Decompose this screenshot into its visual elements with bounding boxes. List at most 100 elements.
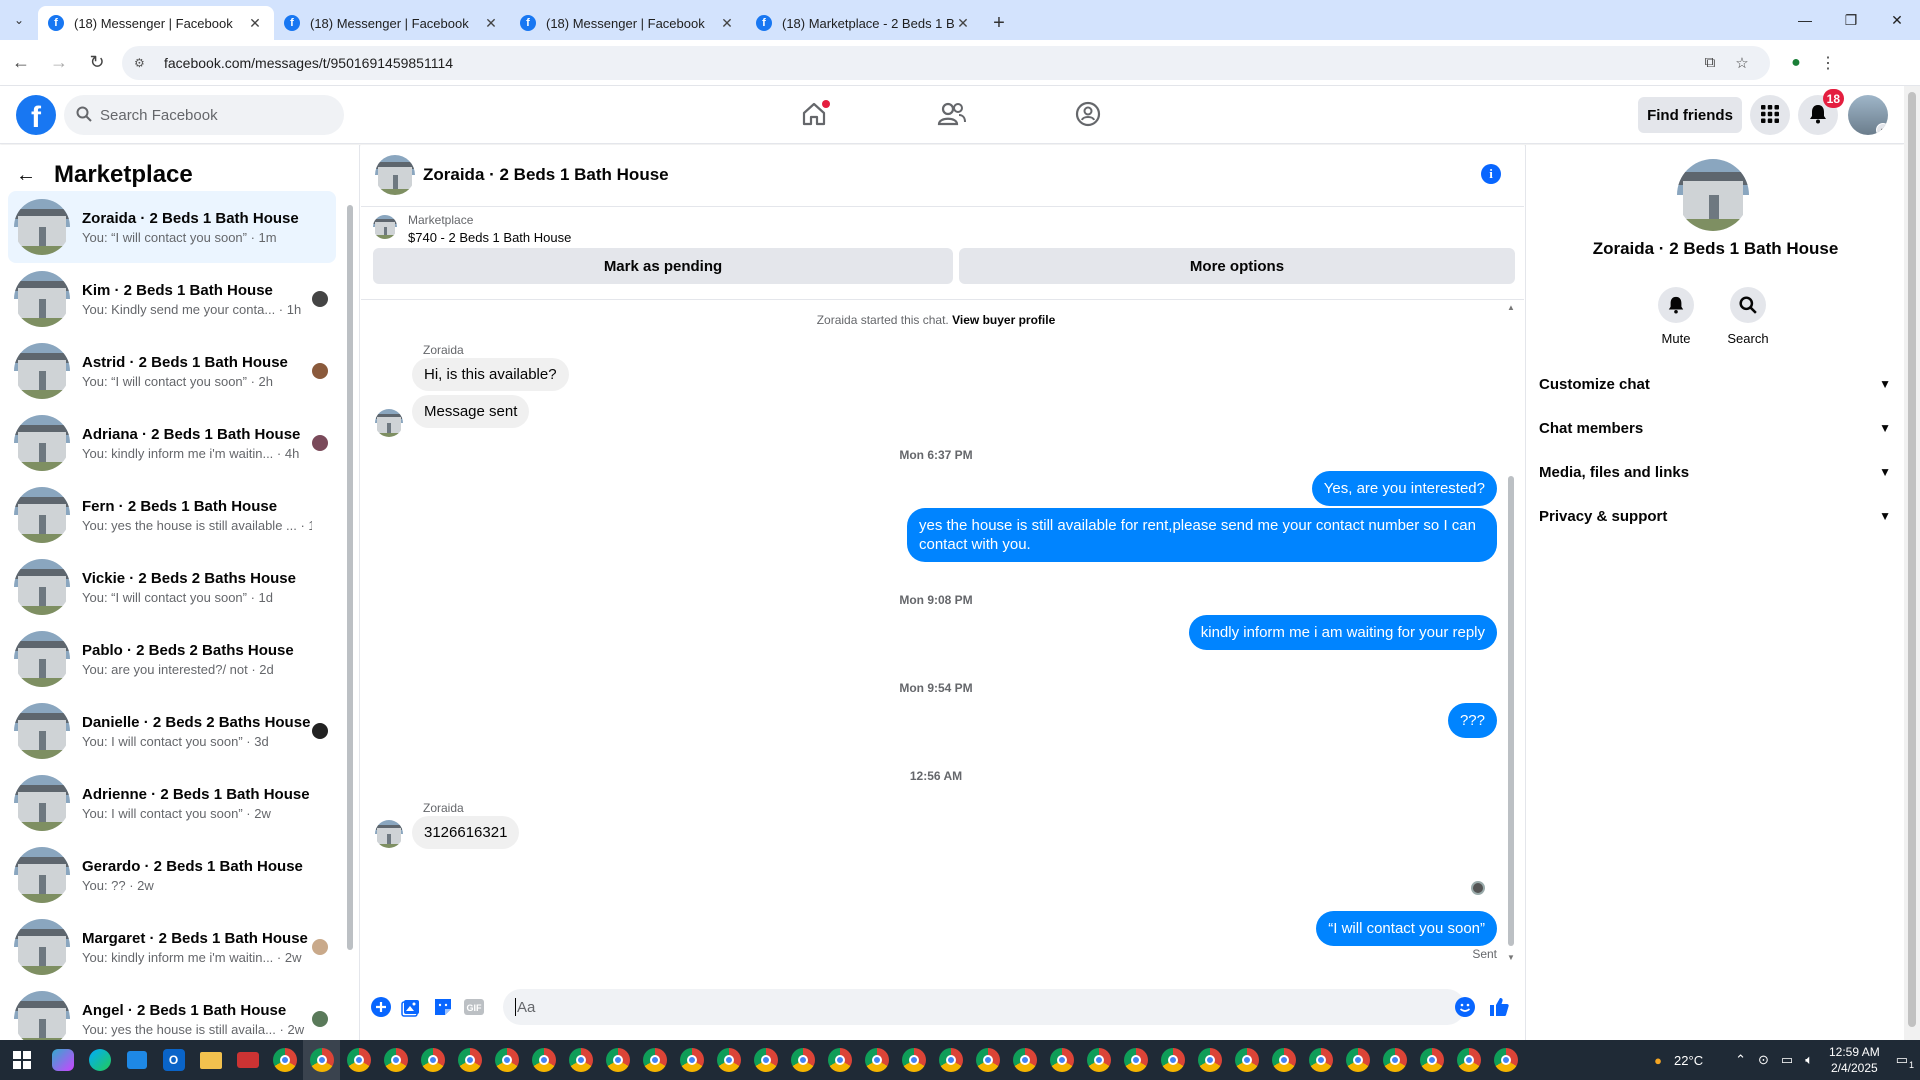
view-buyer-profile-link[interactable]: View buyer profile: [952, 313, 1055, 327]
notification-center-icon[interactable]: ▭ 1: [1896, 1052, 1914, 1070]
chrome-taskbar-icon[interactable]: [414, 1040, 451, 1080]
outlook-icon[interactable]: O: [155, 1040, 192, 1080]
contact-avatar[interactable]: [1677, 159, 1749, 231]
chrome-taskbar-icon[interactable]: [895, 1040, 932, 1080]
sender-avatar[interactable]: [375, 820, 403, 848]
profile-icon[interactable]: ●: [1780, 54, 1812, 72]
chrome-taskbar-icon[interactable]: [1154, 1040, 1191, 1080]
chrome-taskbar-icon[interactable]: [932, 1040, 969, 1080]
close-tab-icon[interactable]: ✕: [482, 15, 500, 32]
chrome-taskbar-icon[interactable]: [340, 1040, 377, 1080]
account-avatar[interactable]: ▾: [1848, 95, 1888, 135]
tray-overflow-chevron-icon[interactable]: ⌃: [1735, 1052, 1746, 1068]
privacy-support-section[interactable]: Privacy & support ▼: [1539, 494, 1891, 538]
browser-tab[interactable]: f (18) Marketplace - 2 Beds 1 Bat ✕: [746, 6, 982, 40]
chrome-taskbar-icon[interactable]: [1487, 1040, 1524, 1080]
conversation-item[interactable]: Adrienne · 2 Beds 1 Bath House You: I wil…: [8, 767, 336, 839]
browser-menu-icon[interactable]: ⋮: [1812, 53, 1844, 73]
chrome-taskbar-icon[interactable]: [636, 1040, 673, 1080]
url-input[interactable]: ⚙ facebook.com/messages/t/95016914598511…: [122, 45, 1770, 80]
app-icon[interactable]: [229, 1040, 266, 1080]
chrome-taskbar-icon[interactable]: [303, 1040, 340, 1080]
chrome-taskbar-icon[interactable]: [1265, 1040, 1302, 1080]
weather-temperature[interactable]: 22°C: [1674, 1053, 1703, 1068]
file-explorer-icon[interactable]: [192, 1040, 229, 1080]
network-icon[interactable]: ▭: [1781, 1052, 1793, 1068]
conversation-item[interactable]: Vickie · 2 Beds 2 Baths House You: “I wil…: [8, 551, 336, 623]
chrome-taskbar-icon[interactable]: [1006, 1040, 1043, 1080]
close-tab-icon[interactable]: ✕: [246, 15, 264, 32]
tray-app-icon[interactable]: ⊙: [1758, 1052, 1769, 1068]
chrome-taskbar-icon[interactable]: [562, 1040, 599, 1080]
conversation-item[interactable]: Danielle · 2 Beds 2 Baths House You: I wi…: [8, 695, 336, 767]
chat-title[interactable]: Zoraida · 2 Beds 1 Bath House: [423, 165, 669, 185]
conversation-item[interactable]: Angel · 2 Beds 1 Bath House You: yes the …: [8, 983, 336, 1040]
conversation-item[interactable]: Fern · 2 Beds 1 Bath House You: yes the h…: [8, 479, 336, 551]
more-options-button[interactable]: More options: [959, 248, 1515, 284]
gif-icon[interactable]: GIF: [462, 995, 486, 1019]
chrome-taskbar-icon[interactable]: [821, 1040, 858, 1080]
chrome-taskbar-icon[interactable]: [599, 1040, 636, 1080]
bookmark-star-icon[interactable]: ☆: [1726, 54, 1758, 72]
photo-icon[interactable]: [399, 995, 423, 1019]
facebook-search-input[interactable]: Search Facebook: [64, 95, 344, 135]
volume-icon[interactable]: 🔈︎: [1805, 1052, 1813, 1068]
close-window-icon[interactable]: ✕: [1874, 0, 1920, 40]
conversation-item[interactable]: Gerardo · 2 Beds 1 Bath House You: ?? · 2…: [8, 839, 336, 911]
listing-thumbnail[interactable]: [373, 215, 397, 239]
chrome-taskbar-icon[interactable]: [969, 1040, 1006, 1080]
clock[interactable]: 12:59 AM 2/4/2025: [1829, 1044, 1880, 1076]
notifications-button[interactable]: 18: [1798, 89, 1844, 135]
chrome-taskbar-icon[interactable]: [784, 1040, 821, 1080]
new-tab-button[interactable]: +: [982, 6, 1016, 40]
browser-tab[interactable]: f (18) Messenger | Facebook ✕: [510, 6, 746, 40]
chrome-taskbar-icon[interactable]: [1450, 1040, 1487, 1080]
chrome-taskbar-icon[interactable]: [1302, 1040, 1339, 1080]
chrome-taskbar-icon[interactable]: [1376, 1040, 1413, 1080]
chrome-taskbar-icon[interactable]: [858, 1040, 895, 1080]
back-arrow-icon[interactable]: ←: [4, 46, 38, 80]
conversation-item[interactable]: Kim · 2 Beds 1 Bath House You: Kindly sen…: [8, 263, 336, 335]
chrome-taskbar-icon[interactable]: [266, 1040, 303, 1080]
mute-button[interactable]: Mute: [1644, 287, 1708, 346]
nav-friends[interactable]: [922, 86, 982, 144]
chrome-taskbar-icon[interactable]: [377, 1040, 414, 1080]
mark-as-pending-button[interactable]: Mark as pending: [373, 248, 953, 284]
sidebar-scrollbar[interactable]: [346, 195, 354, 985]
conversation-item[interactable]: Margaret · 2 Beds 1 Bath House You: kindl…: [8, 911, 336, 983]
site-info-icon[interactable]: ⚙: [134, 56, 152, 70]
conversation-item[interactable]: Pablo · 2 Beds 2 Baths House You: are you…: [8, 623, 336, 695]
copilot-icon[interactable]: [44, 1040, 81, 1080]
chrome-taskbar-icon[interactable]: [1043, 1040, 1080, 1080]
reload-icon[interactable]: ↻: [80, 46, 114, 80]
chrome-taskbar-icon[interactable]: [1339, 1040, 1376, 1080]
chrome-taskbar-icon[interactable]: [1228, 1040, 1265, 1080]
chat-scrollbar[interactable]: ▲ ▼: [1505, 301, 1517, 966]
media-files-links-section[interactable]: Media, files and links ▼: [1539, 450, 1891, 494]
chrome-taskbar-icon[interactable]: [673, 1040, 710, 1080]
page-scrollbar[interactable]: [1904, 86, 1920, 1040]
chat-members-section[interactable]: Chat members ▼: [1539, 406, 1891, 450]
edge-icon[interactable]: [81, 1040, 118, 1080]
chrome-taskbar-icon[interactable]: [488, 1040, 525, 1080]
info-icon[interactable]: i: [1481, 164, 1501, 184]
facebook-logo[interactable]: f: [16, 95, 56, 135]
plus-circle-icon[interactable]: [369, 995, 393, 1019]
chrome-taskbar-icon[interactable]: [451, 1040, 488, 1080]
sender-avatar[interactable]: [375, 409, 403, 437]
chrome-taskbar-icon[interactable]: [710, 1040, 747, 1080]
weather-icon[interactable]: ●: [1654, 1053, 1662, 1068]
menu-button[interactable]: [1750, 95, 1790, 135]
browser-tab[interactable]: f (18) Messenger | Facebook ✕: [38, 6, 274, 40]
nav-groups[interactable]: [1058, 86, 1118, 144]
chat-avatar[interactable]: [375, 155, 415, 195]
install-app-icon[interactable]: ⧉: [1694, 54, 1726, 71]
windows-start-icon[interactable]: [0, 1040, 44, 1080]
message-input[interactable]: Aa: [503, 989, 1465, 1025]
tab-search-chevron-icon[interactable]: ⌄: [0, 0, 38, 40]
chrome-taskbar-icon[interactable]: [747, 1040, 784, 1080]
search-in-chat-button[interactable]: Search: [1716, 287, 1780, 346]
conversation-item[interactable]: Adriana · 2 Beds 1 Bath House You: kindly…: [8, 407, 336, 479]
find-friends-button[interactable]: Find friends: [1638, 97, 1742, 133]
minimize-icon[interactable]: —: [1782, 0, 1828, 40]
